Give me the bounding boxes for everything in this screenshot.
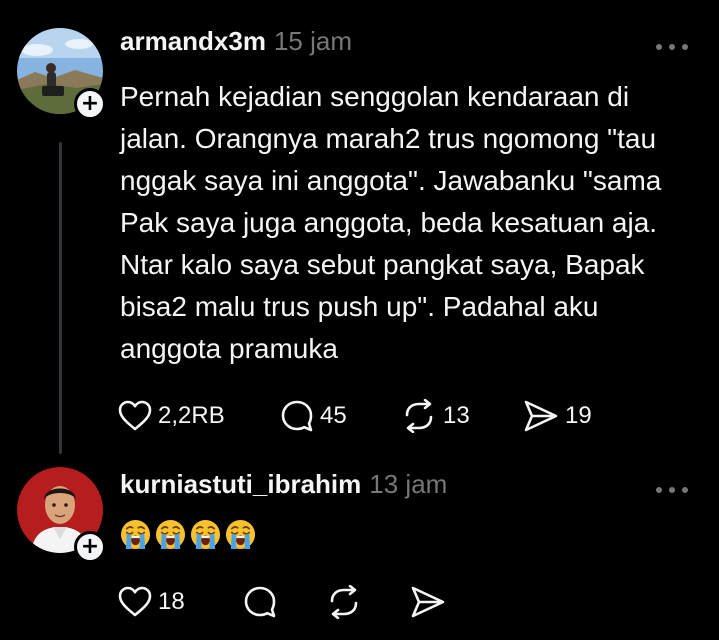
more-icon[interactable] [652,483,692,497]
repost-icon [326,585,362,619]
share-button[interactable]: 19 [523,396,592,436]
repost-icon [401,399,437,433]
post-header: kurniastuti_ibrahim 13 jam [120,469,447,509]
heart-icon [118,400,152,432]
repost-button[interactable] [326,582,362,622]
like-count: 2,2RB [158,402,225,429]
share-button[interactable] [410,582,446,622]
share-count: 19 [565,402,592,429]
timestamp: 15 jam [273,26,353,56]
post-header: armandx3m 15 jam [120,26,352,66]
repost-count: 13 [443,402,470,429]
reply-button[interactable] [243,582,277,622]
more-icon[interactable] [652,40,692,54]
thread-connector-line [59,142,62,454]
loudly-crying-face-emoji [120,519,151,550]
comment-icon [280,399,314,433]
reply-count: 45 [320,402,347,429]
like-count: 18 [158,588,185,615]
like-button[interactable]: 18 [118,582,185,622]
post-text: Pernah kejadian senggolan kendaraan di j… [120,81,662,364]
action-bar: 2,2RB 45 13 19 [118,396,638,436]
share-icon [523,399,559,433]
heart-icon [118,586,152,618]
loudly-crying-face-emoji [155,519,186,550]
loudly-crying-face-emoji [225,519,256,550]
like-button[interactable]: 2,2RB [118,396,225,436]
username[interactable]: kurniastuti_ibrahim [120,469,361,500]
timestamp: 13 jam [369,469,448,499]
username[interactable]: armandx3m [120,26,266,57]
reply-button[interactable]: 45 [280,396,347,436]
follow-plus-icon[interactable]: + [74,531,106,563]
loudly-crying-face-emoji [190,519,221,550]
comment-icon [243,585,277,619]
emoji-reaction-row [120,519,256,550]
follow-plus-icon[interactable]: + [74,88,106,120]
action-bar: 18 [118,582,458,622]
repost-button[interactable]: 13 [401,396,470,436]
share-icon [410,585,446,619]
